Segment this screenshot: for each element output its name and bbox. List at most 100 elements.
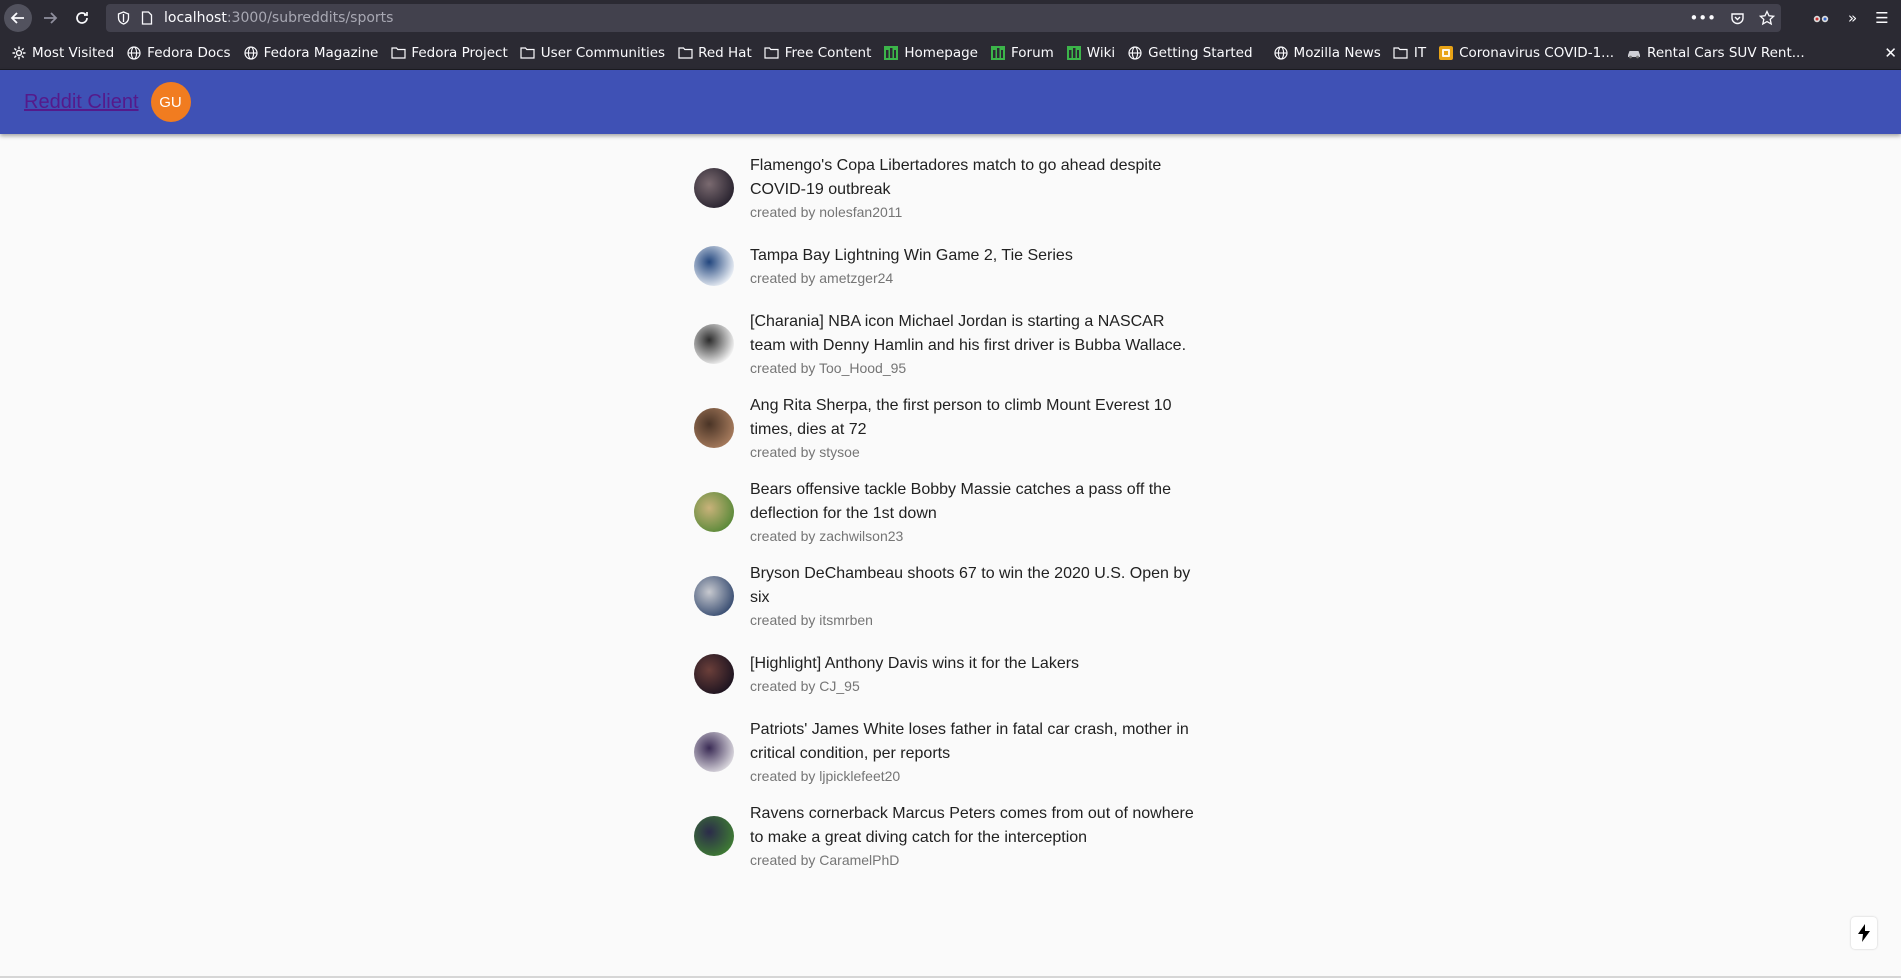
post-title[interactable]: Tampa Bay Lightning Win Game 2, Tie Seri… [750,244,1073,268]
extension-icon[interactable] [1812,11,1830,25]
menu-icon[interactable]: ☰ [1875,9,1888,27]
url-actions: ••• [1689,4,1775,32]
overflow-chevrons-icon[interactable]: » [1848,9,1857,27]
globe-icon [243,45,259,61]
toolbar-right: » ☰ [1812,0,1889,36]
bookmark-label: Red Hat [698,44,752,61]
car-icon [1626,45,1642,61]
bookmark-item[interactable]: Forum [990,45,1054,61]
bookmark-item[interactable]: User Communities [520,45,665,61]
bookmark-label: Getting Started [1148,44,1253,61]
post-title[interactable]: Bryson DeChambeau shoots 67 to win the 2… [750,562,1198,610]
browser-toolbar: localhost:3000/subreddits/sports ••• » ☰ [0,0,1901,36]
post-title[interactable]: Patriots' James White loses father in fa… [750,718,1198,766]
bookmark-label: Coronavirus COVID-1... [1459,44,1615,61]
globe-icon [126,45,142,61]
bookmark-item[interactable]: Wiki [1066,45,1115,61]
folder-icon [764,45,780,61]
post-author: created by Too_Hood_95 [750,360,907,376]
bookmark-item[interactable]: Rental Cars SUV Rent... [1626,45,1805,61]
post-title[interactable]: Ang Rita Sherpa, the first person to cli… [750,394,1198,442]
post-text: Tampa Bay Lightning Win Game 2, Tie Seri… [750,244,1073,288]
reload-icon [76,12,88,24]
bookmark-item[interactable]: Mozilla News [1273,45,1381,61]
lightning-icon[interactable] [1851,917,1877,949]
bookmark-label: Most Visited [32,44,115,61]
post-text: Patriots' James White loses father in fa… [750,718,1198,786]
post-thumbnail [694,576,734,616]
post-text: [Charania] NBA icon Michael Jordan is st… [750,310,1198,378]
bookmark-label: User Communities [540,44,666,61]
reload-button[interactable] [68,4,96,32]
list-item[interactable]: Ravens cornerback Marcus Peters comes fr… [678,794,1214,878]
post-thumbnail [694,246,734,286]
list-item[interactable]: Patriots' James White loses father in fa… [678,710,1214,794]
list-item[interactable]: Ang Rita Sherpa, the first person to cli… [678,386,1214,470]
post-title[interactable]: Flamengo's Copa Libertadores match to go… [750,154,1198,202]
list-item[interactable]: Bears offensive tackle Bobby Massie catc… [678,470,1214,554]
arrow-right-icon [44,12,58,24]
bookmark-item[interactable]: Most Visited [11,45,114,61]
shield-icon[interactable] [116,11,130,25]
bookmark-label: Fedora Magazine [263,44,379,61]
list-item[interactable]: [Highlight] Anthony Davis wins it for th… [678,638,1214,710]
star-icon[interactable] [1759,10,1775,26]
post-title[interactable]: [Charania] NBA icon Michael Jordan is st… [750,310,1198,358]
list-item[interactable]: Tampa Bay Lightning Win Game 2, Tie Seri… [678,230,1214,302]
post-thumbnail [694,324,734,364]
bookmark-label: Fedora Docs [147,44,231,61]
bookmark-item[interactable]: Red Hat [677,45,752,61]
bookmark-label: Mozilla News [1293,44,1381,61]
post-thumbnail [694,654,734,694]
post-text: Flamengo's Copa Libertadores match to go… [750,154,1198,222]
list-item[interactable]: Flamengo's Copa Libertadores match to go… [678,146,1214,230]
bookmark-item[interactable]: Coronavirus COVID-1... [1438,45,1614,61]
url-bar[interactable]: localhost:3000/subreddits/sports ••• [106,4,1781,32]
more-actions-icon[interactable]: ••• [1689,9,1716,27]
post-author: created by CaramelPhD [750,852,900,868]
post-thumbnail [694,168,734,208]
list-item[interactable]: [Charania] NBA icon Michael Jordan is st… [678,302,1214,386]
list-item[interactable]: Bryson DeChambeau shoots 67 to win the 2… [678,554,1214,638]
post-title[interactable]: Ravens cornerback Marcus Peters comes fr… [750,802,1198,850]
bookmark-item[interactable]: IT [1393,45,1426,61]
bookmark-item[interactable]: Fedora Docs [126,44,231,61]
bookmark-item[interactable]: Homepage [883,45,978,61]
bookmark-item[interactable]: Fedora Project [390,44,508,61]
post-text: Bryson DeChambeau shoots 67 to win the 2… [750,562,1198,630]
green-bars-icon [990,45,1006,61]
bookmark-label: Rental Cars SUV Rent... [1647,44,1805,61]
post-title[interactable]: Bears offensive tackle Bobby Massie catc… [750,478,1198,526]
pocket-icon[interactable] [1730,11,1745,26]
bookmark-label: Fedora Project [411,44,508,61]
folder-icon [1393,45,1409,61]
post-author: created by ametzger24 [750,270,894,286]
url-text[interactable]: localhost:3000/subreddits/sports [164,10,393,26]
post-author: created by itsmrben [750,612,873,628]
post-author: created by CJ_95 [750,678,860,694]
app-header: Reddit Client GU [0,70,1901,134]
post-author: created by nolesfan2011 [750,204,903,220]
green-bars-icon [883,45,899,61]
bookmark-label: Wiki [1086,44,1116,61]
green-bars-icon [1066,45,1082,61]
bookmark-item[interactable]: Getting Started [1127,44,1253,61]
close-icon[interactable]: ✕ [1884,44,1897,62]
bookmarks-toolbar: Most Visited Fedora Docs Fedora Magazine Fe… [0,36,1901,70]
back-button[interactable] [4,4,32,32]
brand-link[interactable]: Reddit Client [24,91,139,114]
page-icon[interactable] [140,11,154,25]
post-thumbnail [694,492,734,532]
bookmark-item[interactable]: Free Content [764,45,871,61]
forward-button[interactable] [36,4,64,32]
globe-icon [1273,45,1289,61]
post-title[interactable]: [Highlight] Anthony Davis wins it for th… [750,652,1079,676]
globe-icon [1127,45,1143,61]
orange-shield-icon [1438,45,1454,61]
post-author: created by ljpicklefeet20 [750,768,901,784]
bookmark-item[interactable]: Fedora Magazine [243,44,379,61]
url-path: :3000/subreddits/sports [226,10,394,26]
post-text: Bears offensive tackle Bobby Massie catc… [750,478,1198,546]
post-text: Ravens cornerback Marcus Peters comes fr… [750,802,1198,870]
user-avatar[interactable]: GU [150,82,191,122]
